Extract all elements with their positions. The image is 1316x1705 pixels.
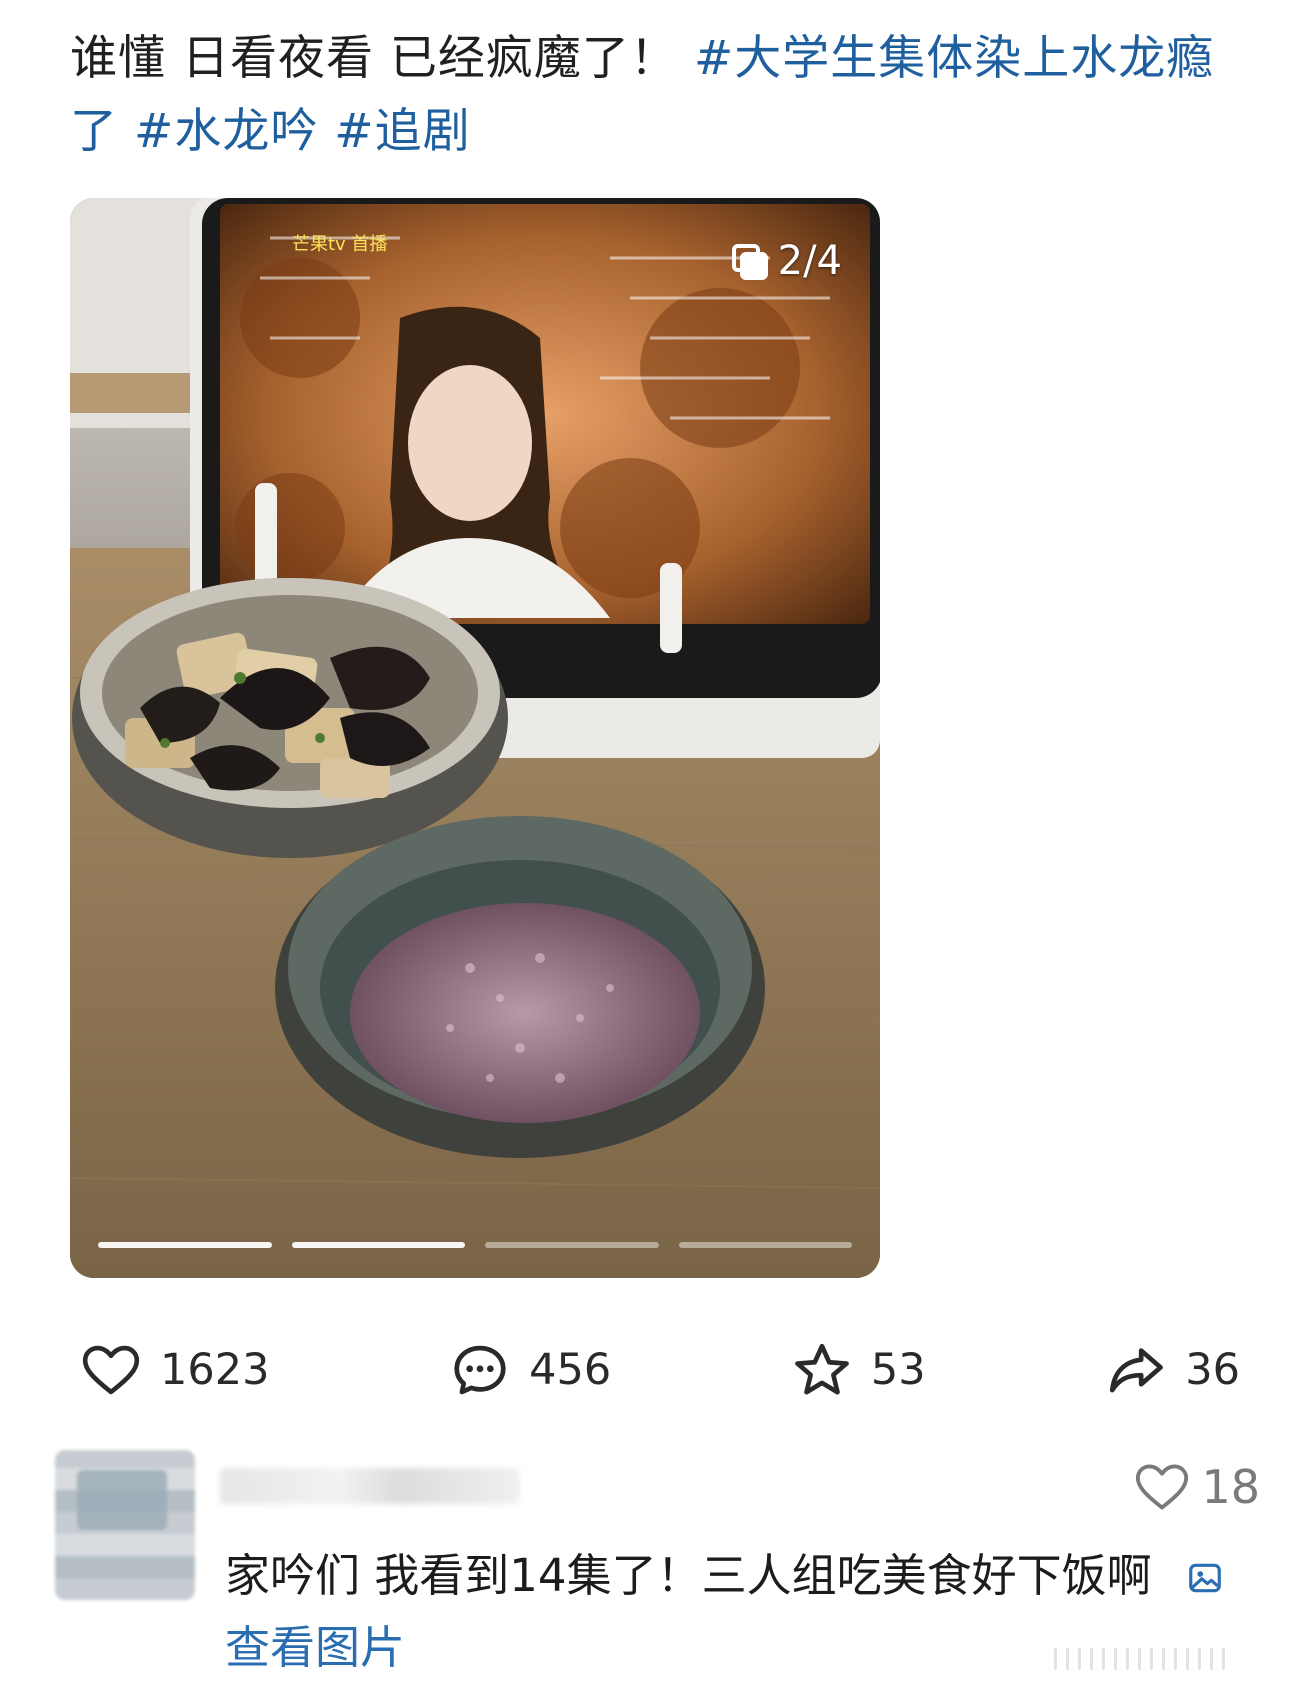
action-bar: 1623 456 53 36 — [80, 1330, 1240, 1410]
star-icon — [794, 1343, 849, 1395]
hashtag-3[interactable]: #追剧 — [334, 104, 470, 159]
comment-count: 456 — [529, 1345, 612, 1395]
page-indicator — [98, 1242, 852, 1248]
comment-like-count: 18 — [1201, 1460, 1260, 1514]
favorite-count: 53 — [870, 1345, 926, 1395]
avatar[interactable] — [55, 1450, 195, 1600]
favorite-button[interactable]: 53 — [791, 1339, 926, 1401]
screen-watermark: 芒果tv 首播 — [292, 234, 387, 255]
comment-icon — [454, 1345, 506, 1395]
gallery-icon — [731, 244, 768, 280]
like-button[interactable]: 1623 — [80, 1339, 269, 1401]
comment-item: 18 家吟们 我看到14集了！三人组吃美食好下饭啊 查看图片 — [50, 1450, 1270, 1690]
photo-illustration: 芒果tv 首播 — [70, 198, 880, 1278]
heart-icon — [82, 1345, 140, 1395]
like-count: 1623 — [160, 1345, 270, 1395]
post-text: 谁懂 日看夜看 已经疯魔了！ #大学生集体染上水龙瘾了 #水龙吟 #追剧 — [70, 22, 1250, 168]
share-button[interactable]: 36 — [1105, 1339, 1240, 1401]
more-replies-indicator — [1054, 1648, 1234, 1670]
page-indicator-1[interactable] — [98, 1242, 272, 1248]
comment-body: 家吟们 我看到14集了！三人组吃美食好下饭啊 — [225, 1549, 1152, 1602]
share-icon — [1110, 1348, 1164, 1393]
page-indicator-3[interactable] — [485, 1242, 659, 1248]
comment-button[interactable]: 456 — [449, 1339, 611, 1401]
comment-author-name[interactable] — [220, 1468, 520, 1504]
heart-icon — [1136, 1464, 1189, 1510]
image-icon — [1189, 1563, 1221, 1593]
page-indicator-4[interactable] — [678, 1242, 852, 1248]
image-counter: 2/4 — [731, 238, 842, 284]
post-photo[interactable]: 芒果tv 首播 2/4 — [70, 198, 880, 1278]
post-body: 谁懂 日看夜看 已经疯魔了！ — [70, 31, 678, 86]
image-counter-text: 2/4 — [777, 238, 842, 284]
view-image-label: 查看图片 — [225, 1621, 406, 1674]
share-count: 36 — [1185, 1345, 1240, 1395]
hashtag-2[interactable]: #水龙吟 — [134, 104, 318, 159]
comment-like-button[interactable]: 18 — [1133, 1458, 1260, 1516]
page-indicator-2[interactable] — [291, 1242, 465, 1248]
